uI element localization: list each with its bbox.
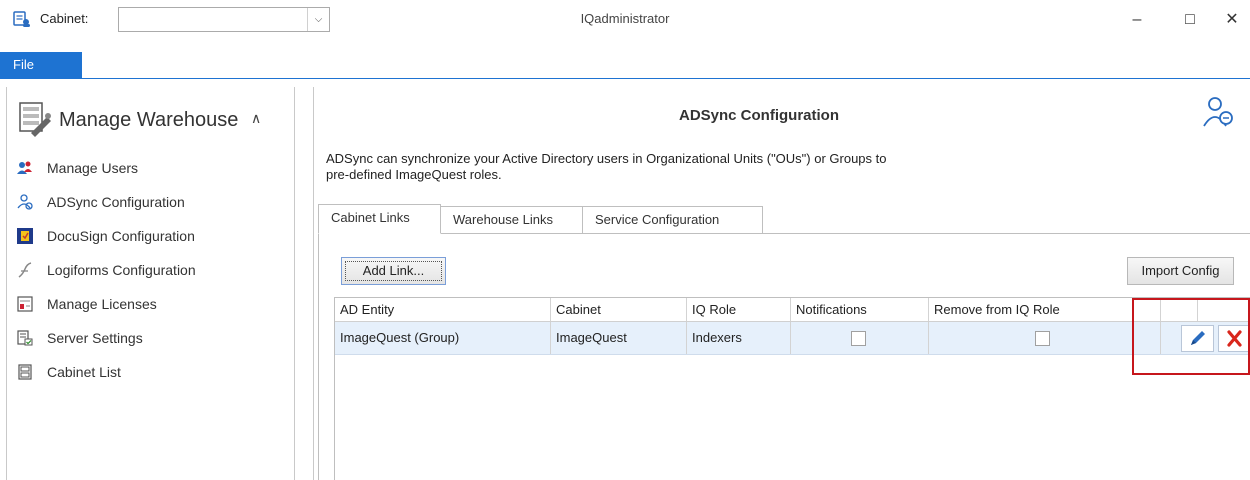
ribbon-divider	[0, 78, 1250, 79]
table-row[interactable]: ImageQuest (Group) ImageQuest Indexers	[335, 322, 1250, 355]
sidebar: Manage Warehouse ∧ Manage Users ADSync C…	[6, 87, 295, 480]
cell-ad-entity: ImageQuest (Group)	[335, 322, 551, 354]
adsync-icon	[17, 194, 33, 210]
sidebar-item-logiforms-configuration[interactable]: Logiforms Configuration	[17, 260, 287, 282]
cabinet-select[interactable]: ⌵	[118, 7, 330, 32]
sidebar-item-docusign-configuration[interactable]: DocuSign Configuration	[17, 226, 287, 248]
adsync-large-icon	[1203, 97, 1233, 127]
cell-iq-role: Indexers	[687, 322, 791, 354]
add-link-button[interactable]: Add Link...	[341, 257, 446, 285]
tab-warehouse-links[interactable]: Warehouse Links	[440, 206, 583, 234]
links-grid: AD Entity Cabinet IQ Role Notifications …	[334, 297, 1250, 480]
cell-remove-from-iq-role	[929, 322, 1133, 354]
docusign-icon	[17, 228, 33, 244]
import-config-button[interactable]: Import Config	[1127, 257, 1234, 285]
cabinet-label: Cabinet:	[40, 11, 89, 26]
tab-cabinet-links[interactable]: Cabinet Links	[318, 204, 441, 234]
sidebar-header[interactable]: Manage Warehouse ∧	[17, 101, 287, 141]
server-settings-icon	[17, 330, 33, 346]
sidebar-item-manage-licenses[interactable]: Manage Licenses	[17, 294, 287, 316]
description-line-1: ADSync can synchronize your Active Direc…	[326, 151, 887, 166]
main-panel: ADSync Configuration ADSync can synchron…	[313, 87, 1250, 480]
license-icon	[17, 296, 33, 312]
column-header-remove-from-iq-role[interactable]: Remove from IQ Role	[929, 298, 1133, 321]
warehouse-icon	[19, 102, 51, 137]
cell-cabinet: ImageQuest	[551, 322, 687, 354]
page-title: ADSync Configuration	[679, 107, 839, 124]
sidebar-item-server-settings[interactable]: Server Settings	[17, 328, 287, 350]
sidebar-title: Manage Warehouse	[59, 109, 239, 131]
description-line-2: pre-defined ImageQuest roles.	[326, 167, 502, 182]
sidebar-item-label: Manage Licenses	[47, 296, 157, 312]
sidebar-item-label: Manage Users	[47, 160, 139, 176]
sidebar-item-label: Logiforms Configuration	[47, 262, 196, 278]
chevron-down-icon[interactable]: ⌵	[307, 8, 329, 31]
sidebar-item-adsync-configuration[interactable]: ADSync Configuration	[17, 192, 287, 214]
grid-header: AD Entity Cabinet IQ Role Notifications …	[335, 298, 1250, 322]
sidebar-item-label: ADSync Configuration	[47, 194, 185, 210]
column-header-iq-role[interactable]: IQ Role	[687, 298, 791, 321]
cabinet-list-icon	[18, 364, 32, 380]
highlight-annotation-box	[1132, 298, 1250, 375]
column-header-ad-entity[interactable]: AD Entity	[335, 298, 551, 321]
chevron-up-icon[interactable]: ∧	[251, 110, 261, 127]
sidebar-item-manage-users[interactable]: Manage Users	[17, 158, 287, 180]
column-header-notifications[interactable]: Notifications	[791, 298, 929, 321]
description: ADSync can synchronize your Active Direc…	[326, 151, 1046, 183]
logiforms-icon	[18, 262, 32, 278]
file-menu-tab[interactable]: File	[0, 52, 82, 78]
app-icon	[13, 11, 30, 27]
users-icon	[17, 161, 32, 174]
focus-outline	[345, 261, 442, 281]
cell-notifications	[791, 322, 929, 354]
tab-service-configuration[interactable]: Service Configuration	[582, 206, 763, 234]
maximize-button[interactable]: □	[1177, 8, 1203, 32]
sidebar-item-label: Cabinet List	[47, 364, 121, 380]
title-bar: Cabinet: ⌵ IQadministrator – □ ✕	[0, 0, 1250, 52]
remove-from-iq-role-checkbox[interactable]	[1035, 331, 1050, 346]
sidebar-item-cabinet-list[interactable]: Cabinet List	[17, 362, 287, 384]
sidebar-item-label: DocuSign Configuration	[47, 228, 195, 244]
notifications-checkbox[interactable]	[851, 331, 866, 346]
close-button[interactable]: ✕	[1219, 8, 1245, 32]
column-header-cabinet[interactable]: Cabinet	[551, 298, 687, 321]
minimize-button[interactable]: –	[1124, 8, 1150, 32]
sidebar-item-label: Server Settings	[47, 330, 143, 346]
